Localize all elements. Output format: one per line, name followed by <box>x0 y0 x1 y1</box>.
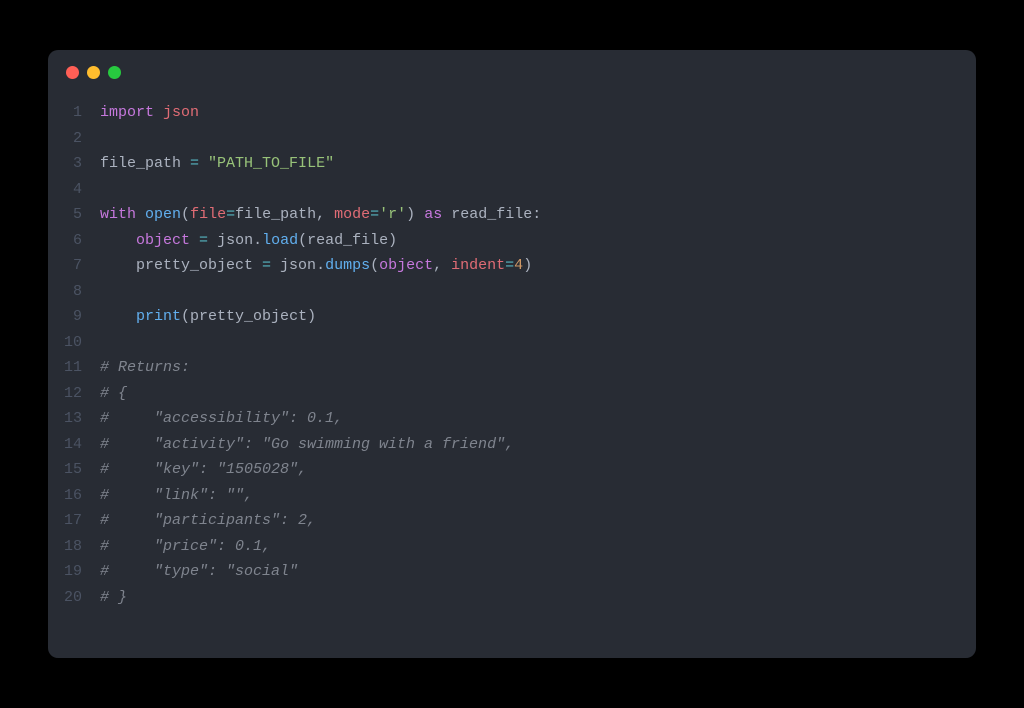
line-number: 17 <box>48 508 100 534</box>
code-line: 4 <box>48 177 976 203</box>
line-number: 20 <box>48 585 100 611</box>
code-content: # "link": "", <box>100 483 253 509</box>
code-content: # Returns: <box>100 355 190 381</box>
code-line: 12# { <box>48 381 976 407</box>
code-line: 3file_path = "PATH_TO_FILE" <box>48 151 976 177</box>
code-line: 13# "accessibility": 0.1, <box>48 406 976 432</box>
code-content: # { <box>100 381 127 407</box>
close-icon[interactable] <box>66 66 79 79</box>
line-number: 5 <box>48 202 100 228</box>
code-line: 6 object = json.load(read_file) <box>48 228 976 254</box>
line-number: 8 <box>48 279 100 305</box>
code-content: file_path = "PATH_TO_FILE" <box>100 151 334 177</box>
code-line: 2 <box>48 126 976 152</box>
code-content: object = json.load(read_file) <box>100 228 397 254</box>
code-line: 15# "key": "1505028", <box>48 457 976 483</box>
line-number: 19 <box>48 559 100 585</box>
code-content: with open(file=file_path, mode='r') as r… <box>100 202 541 228</box>
code-line: 11# Returns: <box>48 355 976 381</box>
code-content: # } <box>100 585 127 611</box>
code-line: 10 <box>48 330 976 356</box>
line-number: 10 <box>48 330 100 356</box>
code-line: 1import json <box>48 100 976 126</box>
line-number: 3 <box>48 151 100 177</box>
code-line: 20# } <box>48 585 976 611</box>
line-number: 7 <box>48 253 100 279</box>
code-content: pretty_object = json.dumps(object, inden… <box>100 253 532 279</box>
line-number: 15 <box>48 457 100 483</box>
code-content: import json <box>100 100 199 126</box>
line-number: 2 <box>48 126 100 152</box>
line-number: 1 <box>48 100 100 126</box>
maximize-icon[interactable] <box>108 66 121 79</box>
line-number: 13 <box>48 406 100 432</box>
code-line: 18# "price": 0.1, <box>48 534 976 560</box>
code-line: 14# "activity": "Go swimming with a frie… <box>48 432 976 458</box>
code-content: # "key": "1505028", <box>100 457 307 483</box>
code-window: 1import json23file_path = "PATH_TO_FILE"… <box>48 50 976 658</box>
window-titlebar <box>48 50 976 94</box>
code-line: 7 pretty_object = json.dumps(object, ind… <box>48 253 976 279</box>
code-line: 5with open(file=file_path, mode='r') as … <box>48 202 976 228</box>
code-line: 9 print(pretty_object) <box>48 304 976 330</box>
code-line: 17# "participants": 2, <box>48 508 976 534</box>
code-line: 8 <box>48 279 976 305</box>
line-number: 4 <box>48 177 100 203</box>
line-number: 6 <box>48 228 100 254</box>
code-line: 19# "type": "social" <box>48 559 976 585</box>
line-number: 11 <box>48 355 100 381</box>
code-content: # "type": "social" <box>100 559 298 585</box>
code-content: # "price": 0.1, <box>100 534 271 560</box>
code-content: print(pretty_object) <box>100 304 316 330</box>
minimize-icon[interactable] <box>87 66 100 79</box>
line-number: 18 <box>48 534 100 560</box>
code-line: 16# "link": "", <box>48 483 976 509</box>
code-content: # "participants": 2, <box>100 508 316 534</box>
code-content: # "accessibility": 0.1, <box>100 406 343 432</box>
code-content: # "activity": "Go swimming with a friend… <box>100 432 514 458</box>
line-number: 12 <box>48 381 100 407</box>
line-number: 9 <box>48 304 100 330</box>
code-editor[interactable]: 1import json23file_path = "PATH_TO_FILE"… <box>48 94 976 658</box>
line-number: 16 <box>48 483 100 509</box>
line-number: 14 <box>48 432 100 458</box>
